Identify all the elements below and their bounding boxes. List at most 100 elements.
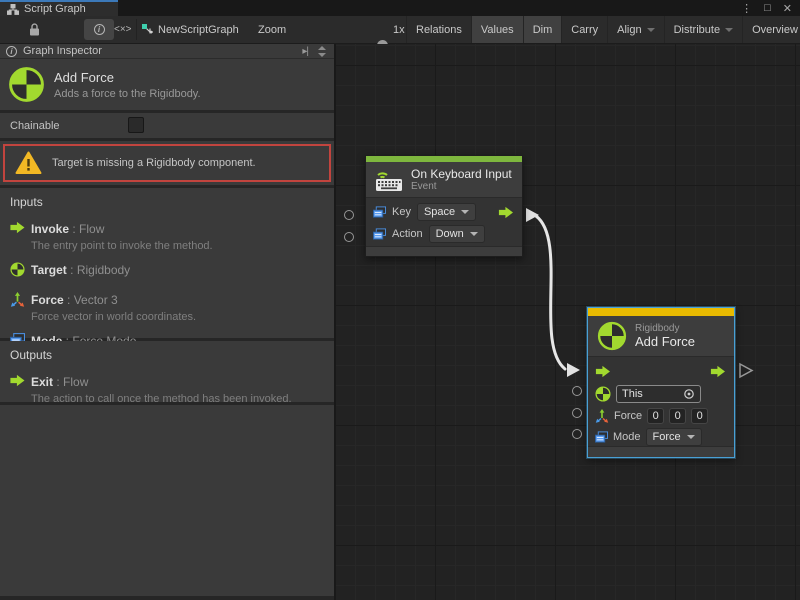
node-titles: Rigidbody Add Force: [635, 323, 695, 349]
unit-circle-icon: [595, 386, 611, 402]
graph-canvas[interactable]: On Keyboard Input Event Key Space: [336, 44, 800, 600]
lock-button[interactable]: [29, 16, 40, 43]
key-value: Space: [424, 206, 455, 218]
value-input-port[interactable]: [572, 429, 582, 439]
menu-icon[interactable]: ⋮: [735, 2, 758, 15]
tab-strip: Script Graph ⋮ □ ✕: [0, 0, 800, 16]
value-input-port[interactable]: [572, 386, 582, 396]
carry-button[interactable]: Carry: [561, 16, 607, 43]
flow-arrow-icon: [498, 206, 515, 219]
unit-summary: Add Force Adds a force to the Rigidbody.: [0, 59, 334, 110]
unit-circle-icon: [10, 261, 31, 282]
node-subtitle: Event: [411, 181, 512, 192]
outputs-section: Outputs Exit : Flow The action to call o…: [0, 341, 334, 402]
node-header[interactable]: Rigidbody Add Force: [588, 316, 734, 356]
enum-icon: [595, 431, 608, 443]
node-footer: [588, 447, 734, 457]
node-footer: [366, 247, 522, 256]
value-input-port[interactable]: [572, 408, 582, 418]
overview-button[interactable]: Overview: [742, 16, 800, 43]
angle-x-icon: <×>: [114, 24, 132, 35]
graph-name-label[interactable]: NewScriptGraph: [158, 16, 239, 43]
key-dropdown[interactable]: Space: [417, 203, 476, 221]
chevron-down-icon: [461, 210, 469, 214]
panel-dock-icon[interactable]: ▸|: [302, 46, 308, 57]
force-y-input[interactable]: 0: [669, 408, 686, 424]
node-titles: On Keyboard Input Event: [411, 167, 512, 192]
value-input-port[interactable]: [344, 210, 354, 220]
script-graph-asset-icon: [141, 16, 154, 43]
flow-connection-wire[interactable]: [536, 216, 565, 369]
port-name: Invoke: [31, 222, 69, 236]
align-label: Align: [617, 24, 641, 36]
mode-label: Mode: [613, 431, 641, 443]
code-preview-button[interactable]: <×>: [114, 16, 132, 43]
align-button[interactable]: Align: [607, 16, 663, 43]
distribute-button[interactable]: Distribute: [664, 16, 742, 43]
flow-output-port-connected[interactable]: [526, 208, 539, 222]
flow-output-port-empty[interactable]: [740, 364, 752, 377]
force-z-input[interactable]: 0: [691, 408, 708, 424]
distribute-label: Distribute: [674, 24, 720, 36]
close-icon[interactable]: ✕: [777, 2, 798, 15]
window-controls: ⋮ □ ✕: [735, 0, 798, 16]
chevron-down-icon: [470, 232, 478, 236]
flow-input-port-connected[interactable]: [567, 363, 580, 377]
flow-arrow-icon: [10, 373, 31, 405]
port-description: The action to call once the method has b…: [31, 393, 292, 405]
target-row: This: [588, 383, 734, 405]
port-separator: :: [67, 263, 77, 277]
port-item-text: Invoke : Flow The entry point to invoke …: [31, 220, 213, 252]
panel-scroll-arrows[interactable]: [318, 46, 326, 57]
node-rigidbody-add-force[interactable]: Rigidbody Add Force: [587, 307, 735, 458]
action-dropdown[interactable]: Down: [429, 225, 485, 243]
port-separator: :: [64, 293, 74, 307]
node-title: Add Force: [635, 334, 695, 349]
target-value: This: [622, 388, 643, 400]
port-name: Target: [31, 263, 67, 277]
port-separator: :: [69, 222, 79, 236]
values-button[interactable]: Values: [471, 16, 523, 43]
flow-arrow-icon: [710, 365, 727, 378]
inputs-header: Inputs: [10, 195, 324, 209]
lock-icon: [29, 23, 40, 36]
vector3-icon: [595, 409, 609, 423]
node-color-bar: [588, 308, 734, 316]
tab-title: Script Graph: [24, 3, 86, 15]
value-input-port[interactable]: [344, 232, 354, 242]
mode-row: Mode Force: [588, 426, 734, 448]
graph-inspector-panel: i Graph Inspector ▸| Add Force Adds a fo…: [0, 44, 336, 600]
key-label: Key: [392, 206, 411, 218]
scroll-up-icon[interactable]: [318, 46, 326, 50]
action-value: Down: [436, 228, 464, 240]
node-header[interactable]: On Keyboard Input Event: [366, 162, 522, 197]
port-type: Flow: [63, 375, 88, 389]
toolbar-buttons: Relations Values Dim Carry Align Distrib…: [406, 16, 800, 43]
zoom-label: Zoom: [258, 16, 286, 43]
script-graph-window: Script Graph ⋮ □ ✕ i <×>: [0, 0, 800, 600]
object-picker-icon[interactable]: [683, 388, 695, 400]
enum-icon: [373, 228, 386, 240]
chainable-label: Chainable: [10, 120, 60, 132]
chevron-down-icon: [647, 28, 655, 32]
scroll-down-icon[interactable]: [318, 53, 326, 57]
port-item-invoke: Invoke : Flow The entry point to invoke …: [10, 220, 324, 252]
inspector-empty-area: [0, 405, 334, 596]
unit-description: Adds a force to the Rigidbody.: [54, 88, 201, 100]
target-object-field[interactable]: This: [616, 385, 701, 403]
relations-button[interactable]: Relations: [406, 16, 471, 43]
maximize-icon[interactable]: □: [758, 2, 777, 14]
mode-dropdown[interactable]: Force: [646, 428, 702, 446]
outputs-header: Outputs: [10, 348, 324, 362]
force-x-input[interactable]: 0: [647, 408, 664, 424]
zoom-value-label: 1x: [393, 16, 405, 43]
tab-script-graph[interactable]: Script Graph: [0, 0, 118, 16]
chevron-down-icon: [687, 435, 695, 439]
node-on-keyboard-input[interactable]: On Keyboard Input Event Key Space: [365, 155, 523, 257]
chainable-checkbox[interactable]: [128, 117, 144, 133]
warning-text: Target is missing a Rigidbody component.: [52, 157, 256, 169]
dim-button[interactable]: Dim: [523, 16, 562, 43]
port-name: Force: [31, 293, 64, 307]
keyboard-icon: [375, 168, 403, 192]
inspector-toggle-button[interactable]: i: [84, 19, 114, 40]
